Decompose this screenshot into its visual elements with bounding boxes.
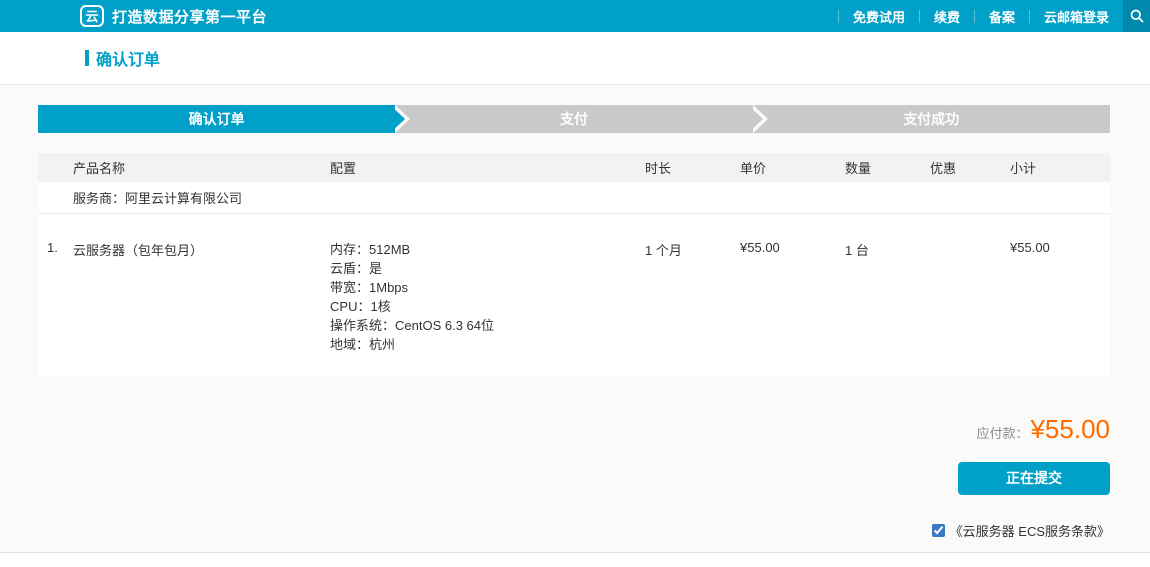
config-cpu: CPU：1核 xyxy=(330,297,645,316)
order-item-row: 1. 云服务器（包年包月） 内存：512MB 云盾：是 带宽：1Mbps CPU… xyxy=(38,213,1110,376)
col-config: 配置 xyxy=(330,153,645,182)
submit-order-button[interactable]: 正在提交 xyxy=(958,462,1110,495)
topnav: 免费试用 续费 备案 云邮箱登录 xyxy=(838,0,1150,32)
step-pay-success: 支付成功 xyxy=(753,105,1110,133)
col-subtotal: 小计 xyxy=(1010,153,1110,182)
item-discount xyxy=(930,213,1010,376)
col-unit-price: 单价 xyxy=(740,153,845,182)
item-quantity: 1 台 xyxy=(845,213,930,376)
payment-summary: 应付款： ¥55.00 正在提交 《云服务器 ECS服务条款》 xyxy=(38,414,1110,540)
logo-glyph: 云 xyxy=(85,10,98,23)
col-quantity: 数量 xyxy=(845,153,930,182)
step-label: 确认订单 xyxy=(189,109,245,129)
topbar: 云 打造数据分享第一平台 免费试用 续费 备案 云邮箱登录 xyxy=(0,0,1150,32)
item-index: 1. xyxy=(38,213,73,376)
config-shield: 云盾：是 xyxy=(330,259,645,278)
provider-row: 服务商：阿里云计算有限公司 xyxy=(38,182,1110,213)
step-label: 支付成功 xyxy=(903,109,959,129)
cloud-logo-icon: 云 xyxy=(80,5,104,27)
nav-icp-record[interactable]: 备案 xyxy=(975,7,1029,26)
brand-slogan: 打造数据分享第一平台 xyxy=(112,6,267,27)
config-os: 操作系统：CentOS 6.3 64位 xyxy=(330,316,645,335)
config-region: 地域：杭州 xyxy=(330,335,645,354)
page-title: 确认订单 xyxy=(96,46,160,70)
config-memory: 内存：512MB xyxy=(330,240,645,259)
provider-label: 服务商：阿里云计算有限公司 xyxy=(38,182,1110,213)
terms-link[interactable]: 《云服务器 ECS服务条款》 xyxy=(950,521,1110,540)
step-pay: 支付 xyxy=(395,105,752,133)
col-product-name: 产品名称 xyxy=(38,153,330,182)
main-content: 确认订单 支付 支付成功 产品名称 配置 时长 单价 数量 优惠 小计 服务商：… xyxy=(0,85,1150,552)
nav-renew[interactable]: 续费 xyxy=(920,7,974,26)
col-duration: 时长 xyxy=(645,153,740,182)
config-bandwidth: 带宽：1Mbps xyxy=(330,278,645,297)
item-unit-price: ¥55.00 xyxy=(740,213,845,376)
title-accent-bar xyxy=(85,50,89,66)
nav-free-trial[interactable]: 免费试用 xyxy=(839,7,919,26)
terms-line: 《云服务器 ECS服务条款》 xyxy=(932,521,1110,540)
footer-strip xyxy=(0,552,1150,567)
nav-cloud-mail-login[interactable]: 云邮箱登录 xyxy=(1030,7,1123,26)
terms-checkbox[interactable] xyxy=(932,524,945,537)
search-icon xyxy=(1130,9,1144,23)
page-header: 确认订单 xyxy=(0,32,1150,85)
payable-amount: ¥55.00 xyxy=(1030,414,1110,445)
item-duration: 1 个月 xyxy=(645,213,740,376)
step-label: 支付 xyxy=(560,109,588,129)
item-subtotal: ¥55.00 xyxy=(1010,213,1110,376)
step-confirm-order: 确认订单 xyxy=(38,105,395,133)
col-discount: 优惠 xyxy=(930,153,1010,182)
order-table: 产品名称 配置 时长 单价 数量 优惠 小计 服务商：阿里云计算有限公司 1. … xyxy=(38,153,1110,376)
checkout-progress: 确认订单 支付 支付成功 xyxy=(38,105,1110,133)
item-name: 云服务器（包年包月） xyxy=(73,213,330,376)
payable-label: 应付款： xyxy=(976,423,1028,442)
item-config: 内存：512MB 云盾：是 带宽：1Mbps CPU：1核 操作系统：CentO… xyxy=(330,213,645,376)
search-button[interactable] xyxy=(1123,0,1150,32)
payable-line: 应付款： ¥55.00 xyxy=(976,414,1110,445)
table-header-row: 产品名称 配置 时长 单价 数量 优惠 小计 xyxy=(38,153,1110,182)
